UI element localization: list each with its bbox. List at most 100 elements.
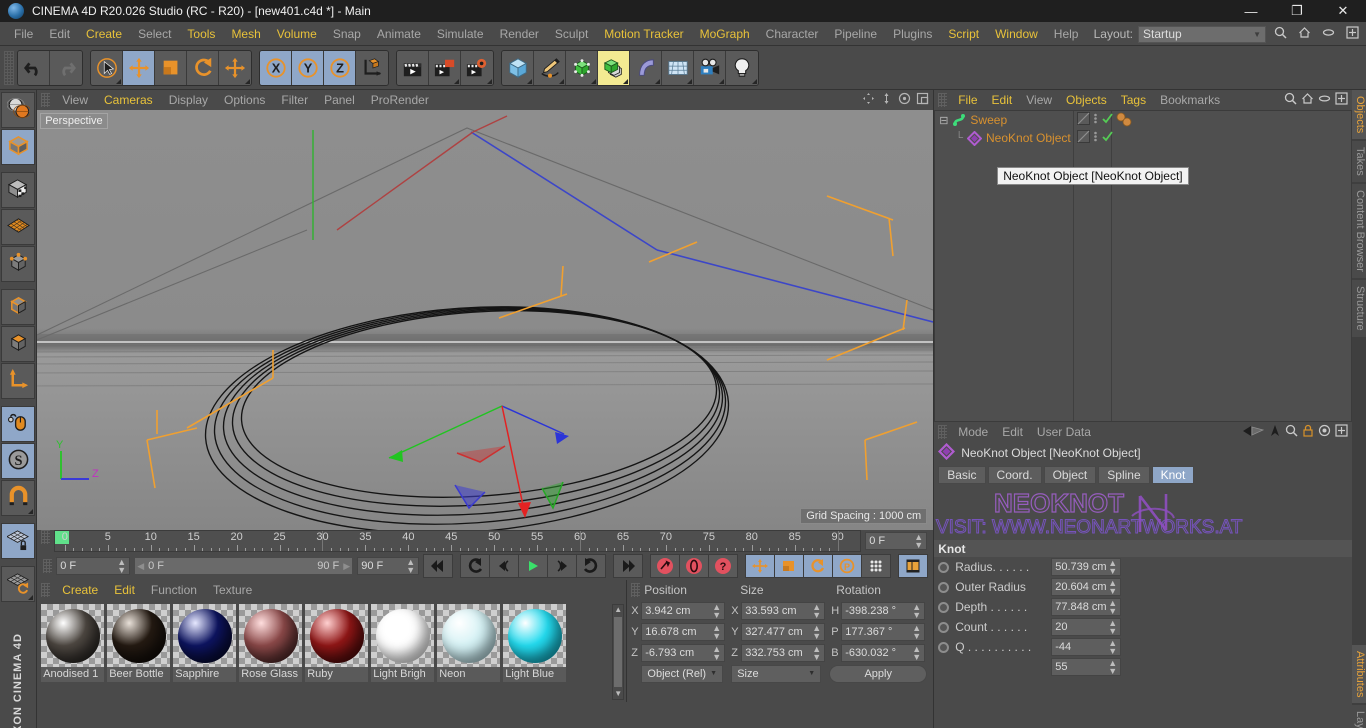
- move-alt-button[interactable]: [219, 50, 251, 85]
- add-array-button[interactable]: [598, 50, 630, 85]
- panel-tab-content-browser[interactable]: Content Browser: [1352, 184, 1366, 278]
- close-button[interactable]: ✕: [1320, 0, 1366, 22]
- spinner-icon[interactable]: ▲ ▼: [912, 623, 921, 640]
- magnet-tool-button[interactable]: [1, 480, 36, 516]
- maximize-button[interactable]: ❐: [1274, 0, 1320, 22]
- material-item[interactable]: Neon: [437, 604, 501, 700]
- objects-menu-bookmarks[interactable]: Bookmarks: [1153, 90, 1227, 110]
- menu-volume[interactable]: Volume: [269, 22, 325, 46]
- menu-pipeline[interactable]: Pipeline: [826, 22, 885, 46]
- attributes-menu-user-data[interactable]: User Data: [1030, 422, 1098, 442]
- menu-mograph[interactable]: MoGraph: [692, 22, 758, 46]
- scroll-thumb[interactable]: [614, 617, 623, 687]
- axis-mode-button[interactable]: [1, 363, 36, 399]
- world-coordinates-button[interactable]: [356, 50, 388, 85]
- visibility-toggle-icon[interactable]: [1077, 130, 1091, 146]
- play-backwards-button[interactable]: [460, 554, 491, 578]
- spinner-icon[interactable]: ▲ ▼: [1108, 639, 1117, 656]
- move-tool-button[interactable]: [123, 50, 155, 85]
- viewport-menu-filter[interactable]: Filter: [273, 90, 316, 110]
- parameter-value-field[interactable]: 20.604 cm ▲ ▼: [1051, 578, 1122, 596]
- key-rotation-button[interactable]: [803, 554, 834, 578]
- coordinate-value-field[interactable]: -398.238 ° ▲ ▼: [841, 601, 926, 620]
- objects-drag-handle[interactable]: [938, 93, 948, 107]
- material-menu-create[interactable]: Create: [54, 580, 106, 600]
- panel-tab-structure[interactable]: Structure: [1352, 279, 1366, 337]
- menu-character[interactable]: Character: [758, 22, 827, 46]
- tree-expander-icon[interactable]: ⊟: [939, 114, 948, 127]
- objects-menu-view[interactable]: View: [1019, 90, 1059, 110]
- coordinate-value-field[interactable]: 327.477 cm ▲ ▼: [741, 622, 826, 641]
- parameter-animate-dot[interactable]: [938, 581, 950, 593]
- coordinate-value-field[interactable]: -6.793 cm ▲ ▼: [641, 643, 726, 662]
- model-mode-button[interactable]: [1, 129, 36, 165]
- panel-tab-attributes[interactable]: Attributes: [1352, 644, 1366, 703]
- object-manager-tree[interactable]: ⊟ Sweep └ NeoKnot Object NeoKnot Object [Ne…: [934, 110, 1352, 422]
- viewport-menu-panel[interactable]: Panel: [316, 90, 363, 110]
- texture-mode-button[interactable]: [1, 172, 36, 208]
- home-icon[interactable]: [1295, 26, 1314, 42]
- material-preview[interactable]: [173, 604, 237, 667]
- keyframe-selection-button[interactable]: ?: [708, 554, 739, 578]
- maximize-view-icon[interactable]: [916, 92, 929, 108]
- menu-select[interactable]: Select: [130, 22, 179, 46]
- material-preview[interactable]: [371, 604, 435, 667]
- attributes-drag-handle[interactable]: [938, 425, 948, 439]
- spinner-icon[interactable]: ▲ ▼: [1108, 579, 1117, 596]
- y-axis-lock-button[interactable]: Y: [292, 50, 324, 85]
- menu-snap[interactable]: Snap: [325, 22, 369, 46]
- timeline-ruler[interactable]: 051015202530354045505560657075808590: [54, 530, 862, 552]
- timeline-current-frame-field[interactable]: 0 F ▲ ▼: [865, 532, 928, 550]
- material-menu-texture[interactable]: Texture: [205, 580, 260, 600]
- workplane-lock-button[interactable]: [1, 523, 36, 559]
- back-icon[interactable]: [1241, 425, 1265, 440]
- go-to-start-button[interactable]: [423, 554, 454, 578]
- toolbar-drag-handle[interactable]: [4, 50, 14, 85]
- coordinate-value-field[interactable]: 33.593 cm ▲ ▼: [741, 601, 826, 620]
- object-tree-row[interactable]: └ NeoKnot Object: [935, 129, 1351, 147]
- objects-menu-tags[interactable]: Tags: [1114, 90, 1153, 110]
- parameter-value-field[interactable]: 77.848 cm ▲ ▼: [1051, 598, 1122, 616]
- parameter-animate-dot[interactable]: [938, 601, 950, 613]
- panel-tab-takes[interactable]: Takes: [1352, 141, 1366, 183]
- perspective-viewport[interactable]: Perspective Grid Spacing : 1000 cm Y Z: [37, 110, 934, 530]
- add-environment-button[interactable]: [662, 50, 694, 85]
- play-forwards-button[interactable]: [576, 554, 607, 578]
- objects-menu-edit[interactable]: Edit: [985, 90, 1020, 110]
- apply-button[interactable]: Apply: [829, 664, 928, 683]
- render-view-button[interactable]: [397, 50, 429, 85]
- parameter-animate-dot[interactable]: [938, 641, 950, 653]
- viewport-solo-button[interactable]: [1, 406, 36, 442]
- search-icon[interactable]: [1271, 26, 1290, 42]
- material-item[interactable]: Light Blue: [503, 604, 567, 700]
- layout-combobox[interactable]: Startup ▼: [1138, 25, 1266, 43]
- spinner-icon[interactable]: ▲ ▼: [1108, 559, 1117, 576]
- workplane-rotate-button[interactable]: [1, 566, 36, 602]
- attribute-tab-knot[interactable]: Knot: [1151, 466, 1195, 484]
- move-view-icon[interactable]: [862, 92, 875, 108]
- coordinate-value-field[interactable]: -630.032 ° ▲ ▼: [841, 643, 926, 662]
- eye-icon[interactable]: [1319, 26, 1338, 42]
- coordinate-mode-select[interactable]: Object (Rel) ▼: [641, 664, 724, 683]
- range-right-arrow-icon[interactable]: ▶: [343, 561, 350, 572]
- menu-script[interactable]: Script: [940, 22, 987, 46]
- objects-menu-file[interactable]: File: [951, 90, 984, 110]
- menu-simulate[interactable]: Simulate: [429, 22, 492, 46]
- viewport-menu-view[interactable]: View: [54, 90, 96, 110]
- spinner-icon[interactable]: ▲ ▼: [1108, 659, 1117, 676]
- coordinate-value-field[interactable]: 16.678 cm ▲ ▼: [641, 622, 726, 641]
- menu-window[interactable]: Window: [987, 22, 1046, 46]
- size-mode-select[interactable]: Size ▼: [731, 664, 822, 683]
- visibility-toggle-icon[interactable]: [1077, 112, 1091, 128]
- previous-key-button[interactable]: [489, 554, 520, 578]
- make-editable-button[interactable]: [1, 92, 36, 128]
- add-camera-button[interactable]: [694, 50, 726, 85]
- add-cube-button[interactable]: [502, 50, 534, 85]
- spinner-icon[interactable]: ▲ ▼: [912, 602, 921, 619]
- key-param-button[interactable]: P: [832, 554, 863, 578]
- menu-tools[interactable]: Tools: [179, 22, 223, 46]
- rotate-tool-button[interactable]: [187, 50, 219, 85]
- timeline-range-slider[interactable]: ◀ 0 F 90 F ▶: [134, 557, 354, 575]
- pin-icon[interactable]: [1269, 424, 1281, 440]
- viewport-menu-prorender[interactable]: ProRender: [363, 90, 437, 110]
